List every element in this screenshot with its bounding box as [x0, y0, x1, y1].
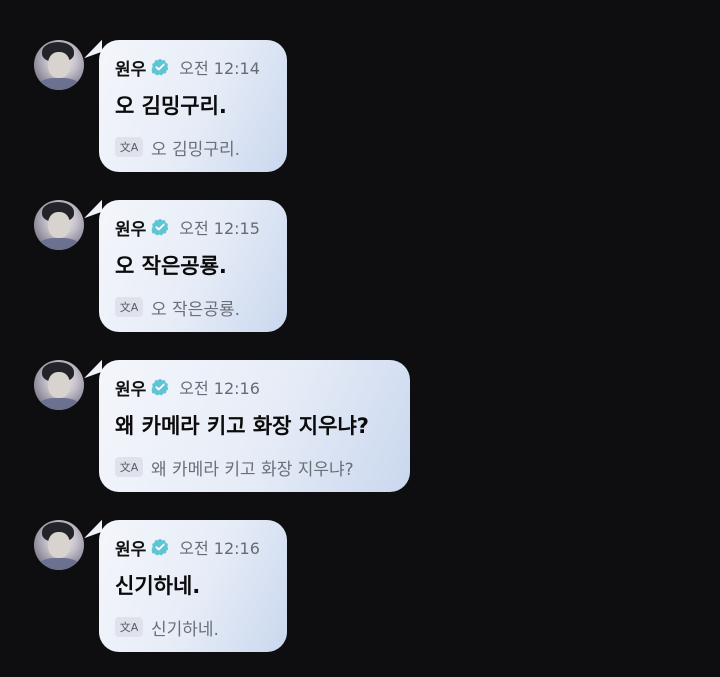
translation-row[interactable]: 文A 오 김밍구리.	[115, 136, 269, 160]
message-bubble[interactable]: 원우 오전 12:15 오 작은공룡. 文A 오 작은공룡.	[99, 200, 287, 332]
message-text: 오 김밍구리.	[115, 94, 227, 118]
timestamp: 오전 12:16	[179, 539, 260, 558]
message-bubble[interactable]: 원우 오전 12:16 신기하네. 文A 신기하네.	[99, 520, 287, 652]
avatar[interactable]	[34, 360, 84, 410]
translation-text: 오 작은공룡.	[151, 299, 241, 320]
author-name: 원우	[115, 219, 147, 240]
avatar[interactable]	[34, 40, 84, 90]
timestamp: 오전 12:16	[179, 379, 260, 398]
translation-text: 오 김밍구리.	[151, 139, 241, 160]
avatar[interactable]	[34, 200, 84, 250]
translate-icon: 文A	[115, 297, 143, 317]
message-text: 왜 카메라 키고 화장 지우냐?	[115, 414, 369, 438]
verified-badge-icon	[151, 538, 169, 556]
author-name: 원우	[115, 59, 147, 80]
message-bubble[interactable]: 원우 오전 12:14 오 김밍구리. 文A 오 김밍구리.	[99, 40, 287, 172]
verified-badge-icon	[151, 58, 169, 76]
verified-badge-icon	[151, 378, 169, 396]
message-text: 신기하네.	[115, 574, 201, 598]
message-bubble[interactable]: 원우 오전 12:16 왜 카메라 키고 화장 지우냐? 文A 왜 카메라 키고…	[99, 360, 410, 492]
translation-row[interactable]: 文A 신기하네.	[115, 616, 269, 640]
timestamp: 오전 12:15	[179, 219, 260, 238]
translation-text: 신기하네.	[151, 619, 219, 640]
translate-icon: 文A	[115, 137, 143, 157]
translation-row[interactable]: 文A 오 작은공룡.	[115, 296, 269, 320]
message-feed: 원우 오전 12:14 오 김밍구리. 文A 오 김밍구리. 원우 오전 12:…	[0, 0, 720, 677]
author-name: 원우	[115, 379, 147, 400]
message-header: 원우 오전 12:16	[115, 536, 269, 560]
message-header: 원우 오전 12:15	[115, 216, 269, 240]
author-name: 원우	[115, 539, 147, 560]
timestamp: 오전 12:14	[179, 59, 260, 78]
translate-icon: 文A	[115, 617, 143, 637]
avatar[interactable]	[34, 520, 84, 570]
message-header: 원우 오전 12:16	[115, 376, 392, 400]
verified-badge-icon	[151, 218, 169, 236]
translation-row[interactable]: 文A 왜 카메라 키고 화장 지우냐?	[115, 456, 392, 480]
translate-icon: 文A	[115, 457, 143, 477]
message-header: 원우 오전 12:14	[115, 56, 269, 80]
translation-text: 왜 카메라 키고 화장 지우냐?	[151, 459, 354, 480]
message-text: 오 작은공룡.	[115, 254, 227, 278]
